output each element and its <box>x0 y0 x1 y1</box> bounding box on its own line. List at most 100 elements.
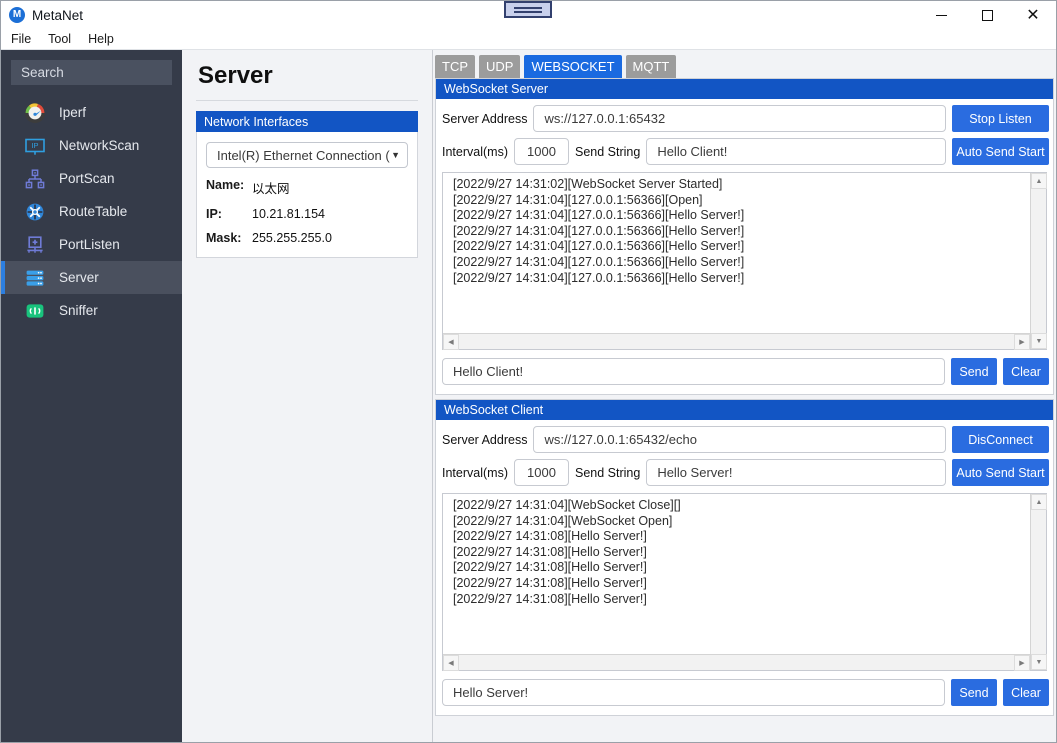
server-clear-button[interactable]: Clear <box>1003 358 1049 385</box>
client-send-string-input[interactable]: Hello Server! <box>646 459 946 486</box>
client-log-vertical-scrollbar[interactable]: ▲ ▼ <box>1030 494 1047 670</box>
sidebar: Search Iperf IP NetworkScan PortScan Rou… <box>1 50 182 742</box>
scroll-left-icon[interactable]: ◀ <box>443 654 459 671</box>
scroll-left-icon[interactable]: ◀ <box>443 333 459 350</box>
sidebar-item-routetable[interactable]: RouteTable <box>1 195 182 228</box>
interface-ip-value: 10.21.81.154 <box>252 207 325 221</box>
menu-item-help[interactable]: Help <box>81 30 121 48</box>
server-address-label: Server Address <box>442 111 528 126</box>
server-log-container: [2022/9/27 14:31:02][WebSocket Server St… <box>442 172 1047 350</box>
client-interval-input[interactable]: 1000 <box>513 459 569 486</box>
stop-listen-button[interactable]: Stop Listen <box>952 105 1049 132</box>
sidebar-item-label: PortListen <box>59 236 120 252</box>
tab-udp[interactable]: UDP <box>479 55 521 78</box>
scroll-down-icon[interactable]: ▼ <box>1031 654 1047 670</box>
server-interval-value: 1000 <box>527 144 556 159</box>
client-address-row: Server Address ws://127.0.0.1:65432/echo… <box>436 420 1053 453</box>
websocket-server-header: WebSocket Server <box>436 79 1053 99</box>
interface-select[interactable]: Intel(R) Ethernet Connection ( ▼ <box>206 142 408 168</box>
server-send-string-input[interactable]: Hello Client! <box>646 138 946 165</box>
tab-tcp[interactable]: TCP <box>435 55 475 78</box>
scroll-down-icon[interactable]: ▼ <box>1031 333 1047 349</box>
maximize-button[interactable] <box>964 1 1010 29</box>
interface-ip-row: IP: 10.21.81.154 <box>206 207 408 221</box>
client-message-input[interactable]: Hello Server! <box>442 679 945 706</box>
server-auto-send-start-button[interactable]: Auto Send Start <box>952 138 1049 165</box>
scroll-up-icon[interactable]: ▲ <box>1031 494 1047 510</box>
page-title: Server <box>198 62 273 89</box>
server-address-input[interactable]: ws://127.0.0.1:65432 <box>533 105 946 132</box>
client-message-value: Hello Server! <box>453 685 529 700</box>
client-log-horizontal-scrollbar[interactable]: ◀ ▶ <box>443 654 1030 671</box>
menu-item-file[interactable]: File <box>4 30 38 48</box>
network-interfaces-header: Network Interfaces <box>196 111 418 132</box>
server-log-vertical-scrollbar[interactable]: ▲ ▼ <box>1030 173 1047 349</box>
gauge-icon <box>23 101 47 125</box>
log-line: [2022/9/27 14:31:04][127.0.0.1:56366][He… <box>453 239 745 254</box>
websocket-client-header: WebSocket Client <box>436 400 1053 420</box>
server-interval-input[interactable]: 1000 <box>513 138 569 165</box>
server-address-value: ws://127.0.0.1:65432 <box>544 111 666 126</box>
interface-mask-row: Mask: 255.255.255.0 <box>206 231 408 245</box>
client-interval-row: Interval(ms) 1000 Send String Hello Serv… <box>436 453 1053 486</box>
minimize-button[interactable] <box>918 1 964 29</box>
log-line: [2022/9/27 14:31:02][WebSocket Server St… <box>453 177 723 191</box>
interface-name-row: Name: 以太网 <box>206 178 408 197</box>
log-line: [2022/9/27 14:31:08][Hello Server!] <box>453 591 647 606</box>
menu-item-tool[interactable]: Tool <box>41 30 78 48</box>
protocol-panel: TCP UDP WEBSOCKET MQTT WebSocket Server … <box>433 50 1056 742</box>
sidebar-item-networkscan[interactable]: IP NetworkScan <box>1 129 182 162</box>
server-message-input[interactable]: Hello Client! <box>442 358 945 385</box>
close-button[interactable]: ✕ <box>1010 1 1056 29</box>
log-line: [2022/9/27 14:31:04][127.0.0.1:56366][He… <box>453 223 745 238</box>
interface-panel: Server Network Interfaces Intel(R) Ether… <box>182 50 433 742</box>
interface-ip-label: IP: <box>206 207 222 221</box>
window-controls: ✕ <box>918 1 1056 29</box>
disconnect-button[interactable]: DisConnect <box>952 426 1049 453</box>
interface-name-label: Name: <box>206 178 245 192</box>
tab-websocket[interactable]: WEBSOCKET <box>524 55 622 78</box>
sniffer-icon <box>23 299 47 323</box>
log-line: [2022/9/27 14:31:04][127.0.0.1:56366][He… <box>453 254 745 269</box>
protocol-tabs: TCP UDP WEBSOCKET MQTT <box>433 50 1056 78</box>
interface-mask-label: Mask: <box>206 231 242 245</box>
client-send-string-value: Hello Server! <box>657 465 733 480</box>
app-logo-icon: M <box>9 7 25 23</box>
sidebar-item-server[interactable]: Server <box>1 261 182 294</box>
chevron-down-icon: ▼ <box>391 150 400 160</box>
client-address-input[interactable]: ws://127.0.0.1:65432/echo <box>533 426 946 453</box>
server-interval-row: Interval(ms) 1000 Send String Hello Clie… <box>436 132 1053 165</box>
server-send-button[interactable]: Send <box>951 358 997 385</box>
interface-select-value: Intel(R) Ethernet Connection ( <box>217 147 390 163</box>
window-title: MetaNet <box>32 7 84 23</box>
websocket-server-section: WebSocket Server Server Address ws://127… <box>435 78 1054 395</box>
client-auto-send-start-button[interactable]: Auto Send Start <box>952 459 1049 486</box>
ip-icon: IP <box>23 134 47 158</box>
server-log-horizontal-scrollbar[interactable]: ◀ ▶ <box>443 333 1030 350</box>
sidebar-item-iperf[interactable]: Iperf <box>1 96 182 129</box>
client-clear-button[interactable]: Clear <box>1003 679 1049 706</box>
port-listen-icon <box>23 233 47 257</box>
scroll-up-icon[interactable]: ▲ <box>1031 173 1047 189</box>
client-address-value: ws://127.0.0.1:65432/echo <box>544 432 697 447</box>
websocket-client-section: WebSocket Client Server Address ws://127… <box>435 399 1054 716</box>
server-log[interactable]: [2022/9/27 14:31:02][WebSocket Server St… <box>443 173 1030 333</box>
window-drag-handle[interactable] <box>504 1 552 18</box>
interface-name-value: 以太网 <box>252 182 290 196</box>
client-address-label: Server Address <box>442 432 528 447</box>
interface-mask-value: 255.255.255.0 <box>252 231 332 245</box>
sidebar-item-sniffer[interactable]: Sniffer <box>1 294 182 327</box>
client-log[interactable]: [2022/9/27 14:31:04][WebSocket Close][] … <box>443 494 1030 654</box>
scroll-right-icon[interactable]: ▶ <box>1014 654 1030 671</box>
server-send-string-label: Send String <box>574 144 641 159</box>
scroll-right-icon[interactable]: ▶ <box>1014 333 1030 350</box>
client-interval-label: Interval(ms) <box>442 465 508 480</box>
log-line: [2022/9/27 14:31:04][127.0.0.1:56366][He… <box>453 208 745 223</box>
search-input[interactable]: Search <box>11 60 172 85</box>
tab-mqtt[interactable]: MQTT <box>625 55 677 78</box>
sidebar-item-label: Server <box>59 269 99 285</box>
sidebar-item-portlisten[interactable]: PortListen <box>1 228 182 261</box>
sidebar-item-portscan[interactable]: PortScan <box>1 162 182 195</box>
client-send-button[interactable]: Send <box>951 679 997 706</box>
menu-bar: File Tool Help <box>1 29 1056 50</box>
